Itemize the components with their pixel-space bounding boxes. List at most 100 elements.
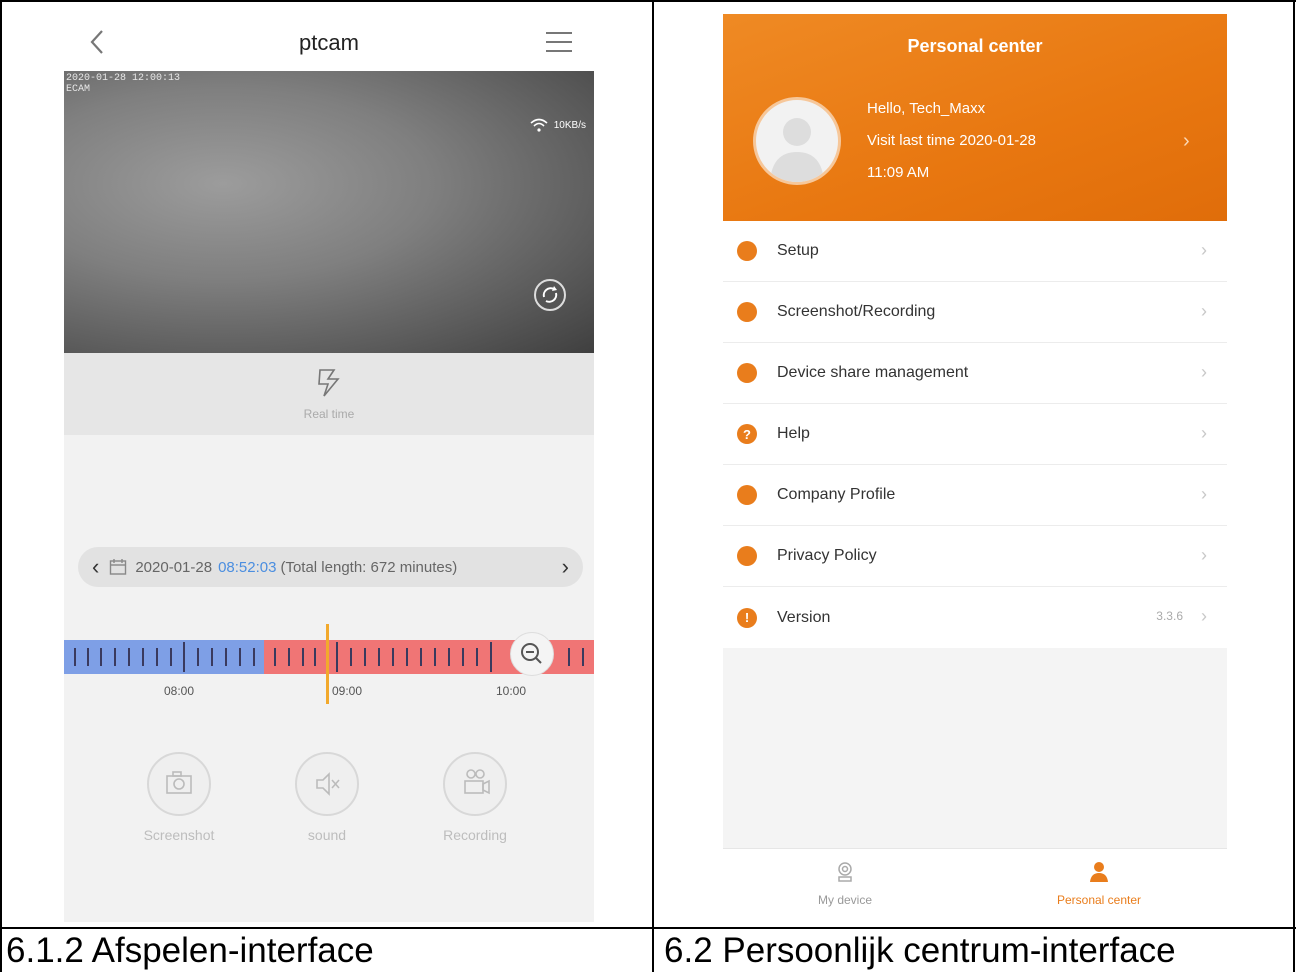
menu-item-help[interactable]: ? Help › bbox=[723, 404, 1227, 465]
caption-left: 6.1.2 Afspelen-interface bbox=[6, 931, 374, 970]
table-border-right bbox=[1293, 0, 1295, 972]
share-icon bbox=[737, 363, 757, 383]
menu-item-label: Privacy Policy bbox=[777, 547, 877, 564]
menu-item-privacy-policy[interactable]: Privacy Policy › bbox=[723, 526, 1227, 587]
zoom-out-icon bbox=[521, 643, 542, 664]
profile-chevron-icon[interactable]: › bbox=[1183, 130, 1190, 153]
person-icon bbox=[1090, 862, 1108, 882]
timeline-tick bbox=[183, 642, 185, 672]
menu-item-label: Help bbox=[777, 425, 810, 442]
timeline-tick bbox=[350, 648, 352, 666]
zoom-button[interactable] bbox=[510, 632, 554, 676]
tab-personal-center[interactable]: Personal center bbox=[999, 849, 1199, 922]
camera-icon bbox=[737, 302, 757, 322]
chevron-right-icon: › bbox=[1201, 423, 1207, 443]
chevron-right-icon: › bbox=[1201, 240, 1207, 260]
timeline-playhead[interactable] bbox=[326, 624, 329, 704]
timeline-tick bbox=[170, 648, 172, 666]
rotate-icon[interactable] bbox=[534, 279, 566, 311]
timeline-tick bbox=[156, 648, 158, 666]
timeline-label: 09:00 bbox=[332, 684, 363, 698]
privacy-icon bbox=[737, 546, 757, 566]
timeline-tick bbox=[142, 648, 144, 666]
recording-button[interactable] bbox=[443, 752, 507, 816]
menu-item-label: Company Profile bbox=[777, 486, 896, 503]
timeline-tick bbox=[582, 648, 584, 666]
timeline-tick bbox=[74, 648, 76, 666]
recording-label: Recording bbox=[443, 827, 507, 843]
timeline-tick bbox=[364, 648, 366, 666]
calendar-icon[interactable] bbox=[109, 558, 127, 576]
settings-menu: Setup › Screenshot/Recording › Device sh… bbox=[723, 221, 1227, 648]
menu-item-device-share[interactable]: Device share management › bbox=[723, 343, 1227, 404]
rotate-glyph-icon bbox=[542, 286, 558, 303]
timeline-tick bbox=[314, 648, 316, 666]
screenshot-button[interactable] bbox=[147, 752, 211, 816]
table-border-left bbox=[0, 0, 2, 972]
menu-item-label: Screenshot/Recording bbox=[777, 303, 936, 320]
video-timestamp-camera: ECAM bbox=[66, 84, 91, 95]
greeting-text: Hello, Tech_Maxx bbox=[867, 100, 986, 117]
timeline-tick bbox=[288, 648, 290, 666]
video-view[interactable]: 2020-01-28 12:00:13 ECAM 10KB/s bbox=[64, 71, 594, 388]
timeline-tick bbox=[239, 648, 241, 666]
profile-header[interactable]: Personal center Hello, Tech_Maxx Visit l… bbox=[723, 14, 1227, 221]
timeline-tick bbox=[490, 642, 492, 672]
timeline-tick bbox=[420, 648, 422, 666]
menu-item-company-profile[interactable]: Company Profile › bbox=[723, 465, 1227, 526]
playback-date: 2020-01-28 bbox=[135, 558, 213, 576]
timeline-tick bbox=[253, 648, 255, 666]
table-border-center bbox=[652, 0, 654, 972]
menu-item-screenshot-recording[interactable]: Screenshot/Recording › bbox=[723, 282, 1227, 343]
bottom-tab-bar: My device Personal center bbox=[723, 848, 1227, 922]
tab-label: My device bbox=[817, 893, 873, 907]
timeline-tick bbox=[114, 648, 116, 666]
timeline-tick bbox=[100, 648, 102, 666]
sound-button[interactable] bbox=[295, 752, 359, 816]
network-speed: 10KB/s bbox=[530, 118, 586, 132]
last-visit-time: 11:09 AM bbox=[867, 164, 930, 181]
timeline-tick bbox=[211, 648, 213, 666]
chevron-right-icon: › bbox=[1201, 301, 1207, 321]
video-timestamp-date: 2020-01-28 12:00:13 bbox=[66, 73, 181, 84]
video-timestamp: 2020-01-28 12:00:13 ECAM bbox=[66, 73, 180, 95]
tab-my-device[interactable]: My device bbox=[745, 849, 945, 922]
timeline-label: 08:00 bbox=[164, 684, 195, 698]
real-time-icon bbox=[318, 369, 340, 397]
previous-day-icon[interactable]: ‹ bbox=[92, 554, 99, 580]
hamburger-menu-icon[interactable] bbox=[546, 30, 572, 54]
camera-icon bbox=[166, 771, 192, 794]
timeline-tick bbox=[462, 648, 464, 666]
menu-item-setup[interactable]: Setup › bbox=[723, 221, 1227, 282]
personal-center-screen: Personal center Hello, Tech_Maxx Visit l… bbox=[723, 14, 1227, 922]
timeline-tick bbox=[434, 648, 436, 666]
wifi-icon bbox=[530, 118, 548, 132]
timeline-tick bbox=[128, 648, 130, 666]
app-header: ptcam bbox=[64, 14, 594, 71]
timeline-label: 10:00 bbox=[496, 684, 527, 698]
timeline-tick bbox=[336, 642, 338, 672]
tab-label: Personal center bbox=[1056, 893, 1142, 907]
timeline-tick bbox=[568, 648, 570, 666]
speaker-mute-icon bbox=[316, 772, 340, 796]
app-title: ptcam bbox=[299, 30, 359, 55]
next-day-icon[interactable]: › bbox=[562, 554, 569, 580]
timeline-tick bbox=[476, 648, 478, 666]
date-selector: ‹ 2020-01-28 08:52:03 (Total length: 672… bbox=[78, 547, 583, 587]
real-time-button[interactable]: Real time bbox=[64, 353, 594, 435]
chevron-right-icon: › bbox=[1201, 362, 1207, 382]
menu-item-version[interactable]: ! Version 3.3.6 › bbox=[723, 587, 1227, 648]
real-time-label: Real time bbox=[303, 407, 355, 421]
timeline-tick bbox=[448, 648, 450, 666]
table-border-middle bbox=[0, 927, 1296, 929]
caption-right: 6.2 Persoonlijk centrum-interface bbox=[664, 931, 1176, 970]
playback-time: 08:52:03 bbox=[218, 558, 277, 576]
user-silhouette-icon bbox=[770, 118, 824, 182]
total-length: (Total length: 672 minutes) bbox=[280, 558, 458, 576]
screenshot-label: Screenshot bbox=[143, 827, 215, 843]
timeline-tick bbox=[302, 648, 304, 666]
timeline-tick bbox=[274, 648, 276, 666]
last-visit-text: Visit last time 2020-01-28 bbox=[867, 132, 1036, 149]
timeline-tick bbox=[406, 648, 408, 666]
avatar[interactable] bbox=[753, 97, 841, 185]
